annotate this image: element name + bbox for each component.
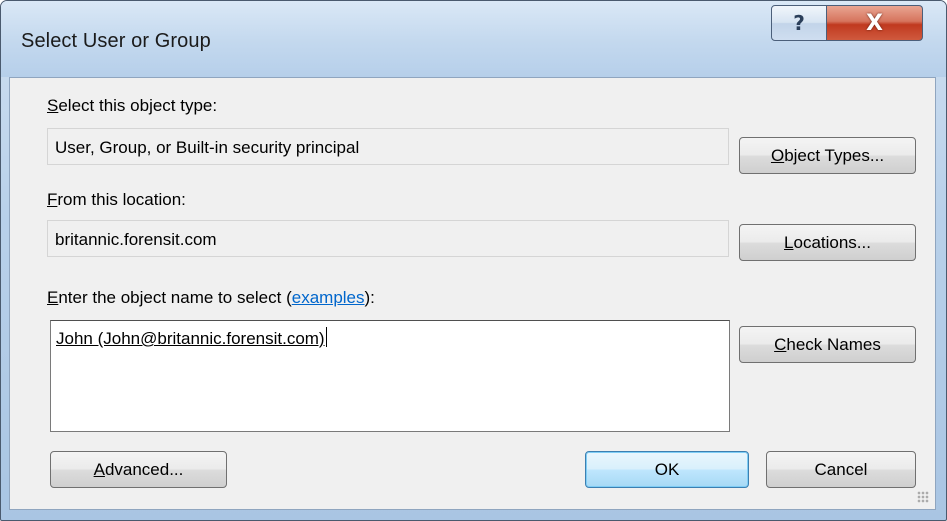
advanced-button[interactable]: Advanced... bbox=[50, 451, 227, 488]
object-type-label: Select this object type: bbox=[47, 96, 218, 115]
object-name-input[interactable]: John (John@britannic.forensit.com) bbox=[50, 320, 730, 432]
title-bar[interactable]: Select User or Group ? X bbox=[1, 1, 946, 77]
object-name-label: Enter the object name to select (example… bbox=[47, 288, 375, 307]
resize-grip[interactable] bbox=[917, 491, 929, 503]
object-types-button[interactable]: Object Types... bbox=[739, 137, 916, 174]
text-caret bbox=[325, 327, 327, 347]
locations-button[interactable]: Locations... bbox=[739, 224, 916, 261]
check-names-button[interactable]: Check Names bbox=[739, 326, 916, 363]
window-title: Select User or Group bbox=[21, 30, 211, 52]
location-field: britannic.forensit.com bbox=[47, 220, 729, 257]
close-button[interactable]: X bbox=[827, 5, 923, 41]
ok-button[interactable]: OK bbox=[585, 451, 749, 488]
location-label: From this location: bbox=[47, 190, 186, 209]
help-button[interactable]: ? bbox=[771, 5, 827, 41]
dialog-window: Select User or Group ? X Select this obj… bbox=[0, 0, 947, 521]
examples-link[interactable]: examples bbox=[292, 288, 365, 307]
object-type-field: User, Group, or Built-in security princi… bbox=[47, 128, 729, 165]
resolved-name: John (John@britannic.forensit.com) bbox=[56, 329, 325, 348]
dialog-client-area: Select this object type: User, Group, or… bbox=[9, 77, 936, 510]
help-icon: ? bbox=[793, 11, 805, 35]
cancel-button[interactable]: Cancel bbox=[766, 451, 916, 488]
close-icon: X bbox=[866, 10, 883, 36]
